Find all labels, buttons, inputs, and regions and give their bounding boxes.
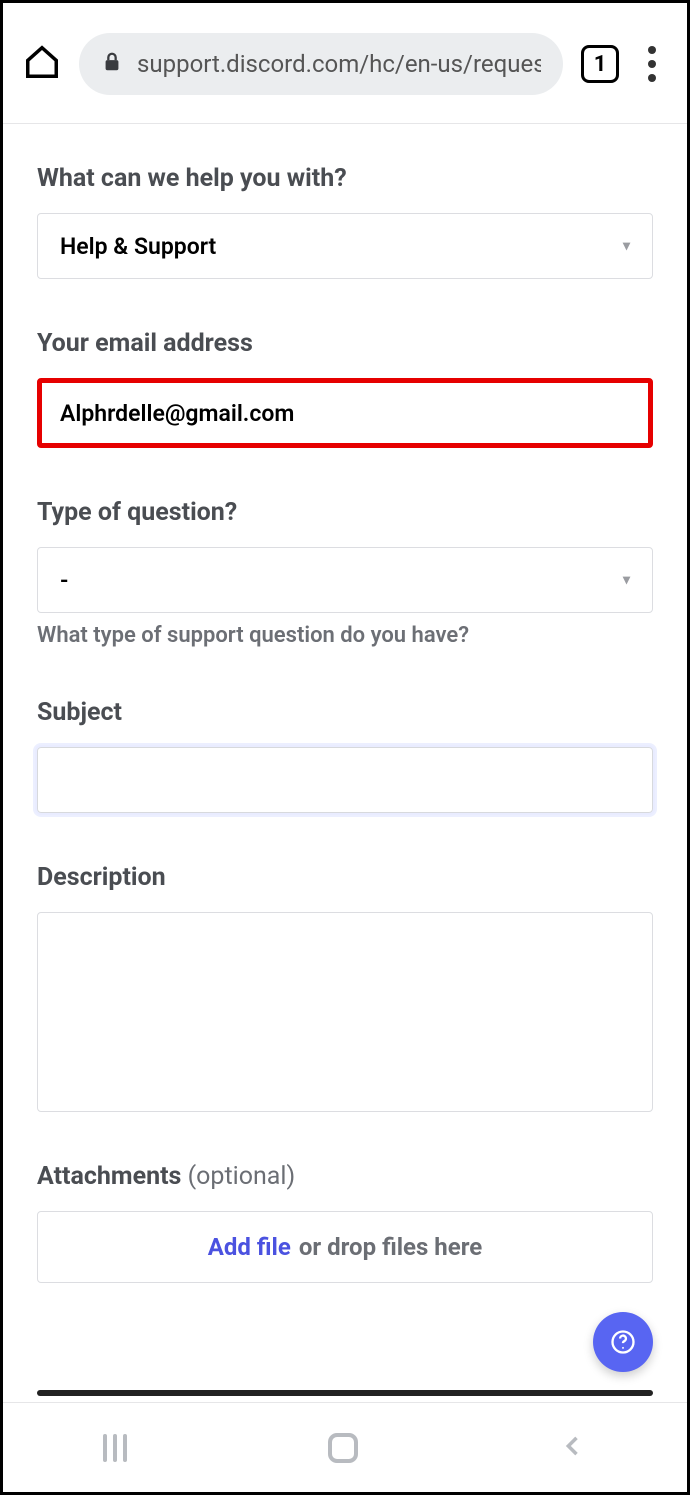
help-with-select[interactable]: Help & Support ▾ (37, 213, 653, 279)
email-value: Alphrdelle@gmail.com (60, 400, 294, 427)
question-type-value: - (60, 567, 68, 594)
app-frame: support.discord.com/hc/en-us/reques 1 Wh… (0, 0, 690, 1495)
help-fab-button[interactable] (593, 1312, 653, 1372)
nav-back-icon[interactable] (559, 1432, 587, 1464)
question-type-hint: What type of support question do you hav… (37, 623, 653, 648)
description-label: Description (37, 863, 653, 892)
form-content: What can we help you with? Help & Suppor… (3, 124, 687, 1492)
field-help-with: What can we help you with? Help & Suppor… (37, 164, 653, 279)
field-email: Your email address Alphrdelle@gmail.com (37, 329, 653, 448)
field-subject: Subject (37, 698, 653, 813)
attachments-dropzone[interactable]: Add file or drop files here (37, 1211, 653, 1283)
email-label: Your email address (37, 329, 653, 358)
browser-bar: support.discord.com/hc/en-us/reques 1 (3, 3, 687, 123)
more-menu-icon[interactable] (637, 46, 667, 82)
subject-label: Subject (37, 698, 653, 727)
add-file-link[interactable]: Add file (208, 1233, 291, 1261)
attachments-label-text: Attachments (37, 1162, 181, 1191)
email-input[interactable]: Alphrdelle@gmail.com (37, 378, 653, 448)
help-icon (609, 1328, 637, 1356)
question-type-label: Type of question? (37, 498, 653, 527)
drop-text: or drop files here (299, 1233, 482, 1261)
lock-icon (101, 51, 123, 77)
nav-home-icon[interactable] (328, 1433, 358, 1463)
tab-count-value: 1 (594, 52, 607, 77)
question-type-select[interactable]: - ▾ (37, 547, 653, 613)
subject-input[interactable] (37, 747, 653, 813)
home-icon[interactable] (23, 43, 61, 85)
description-textarea[interactable] (37, 912, 653, 1112)
field-question-type: Type of question? - ▾ What type of suppo… (37, 498, 653, 648)
help-with-label: What can we help you with? (37, 164, 653, 193)
caret-down-icon: ▾ (623, 572, 630, 588)
help-with-value: Help & Support (60, 233, 216, 260)
caret-down-icon: ▾ (623, 238, 630, 254)
tab-count-button[interactable]: 1 (581, 45, 619, 83)
url-text: support.discord.com/hc/en-us/reques (137, 50, 541, 78)
attachments-optional: (optional) (188, 1162, 296, 1191)
nav-recent-icon[interactable] (103, 1434, 127, 1462)
url-bar[interactable]: support.discord.com/hc/en-us/reques (79, 33, 563, 95)
attachments-label: Attachments (optional) (37, 1162, 653, 1191)
content-bottom-bar (37, 1390, 653, 1396)
android-nav-bar (3, 1402, 687, 1492)
field-description: Description (37, 863, 653, 1112)
field-attachments: Attachments (optional) Add file or drop … (37, 1162, 653, 1283)
